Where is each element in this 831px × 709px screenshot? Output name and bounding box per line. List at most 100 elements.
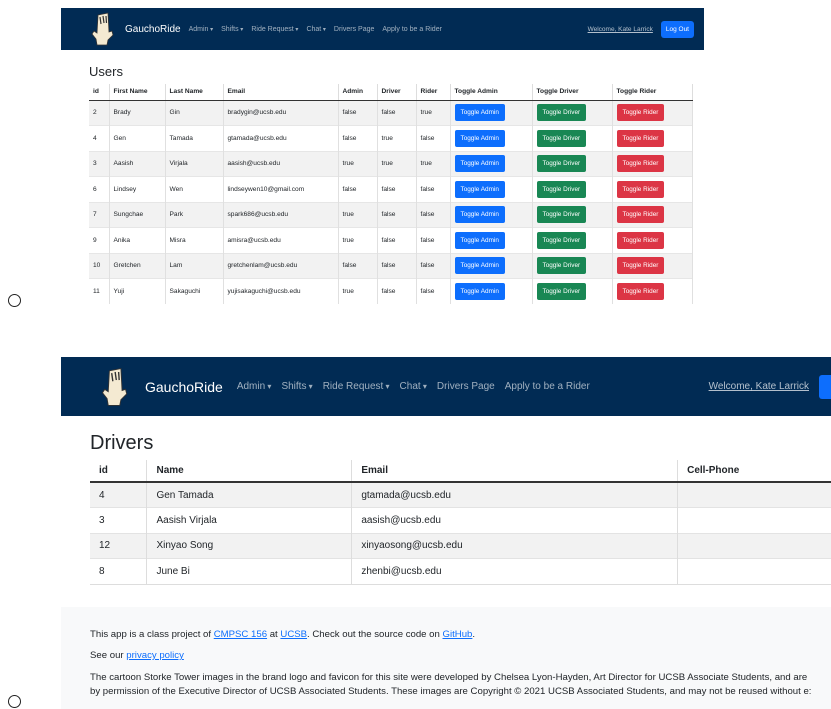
table-cell: 8 [90,558,148,585]
toggle-admin-button[interactable]: Toggle Admin [454,155,505,173]
table-cell: amisra@ucsb.edu [223,227,339,253]
table-row: 3 Aasish Virjala aasish@ucsb.edu true true tru… [89,150,693,177]
toggle-rider-button[interactable]: Toggle Rider [616,257,665,275]
toggle-admin-button[interactable]: Toggle Admin [454,257,505,275]
brand-name[interactable]: GauchoRide [125,24,181,35]
toggle-rider-button[interactable]: Toggle Rider [616,155,665,173]
nav-ride-request-dropdown[interactable]: Ride Request [251,26,298,33]
radio-bullet-2 [8,695,21,708]
table-cell: Gen Tamada [146,481,353,508]
logout-button[interactable]: Log Out [660,20,694,38]
table-cell: Xinyao Song [146,532,353,559]
footer-image-credit: The cartoon Storke Tower images in the b… [90,671,831,699]
welcome-user-link[interactable]: Welcome, Kate Larrick [709,381,809,392]
table-cell [677,558,831,585]
table-cell: false [416,125,451,151]
nav-chat-dropdown[interactable]: Chat [400,381,427,392]
toggle-admin-button[interactable]: Toggle Admin [454,231,505,249]
table-cell: Misra [165,227,224,253]
privacy-policy-link[interactable]: privacy policy [126,650,184,661]
footer-text: . Check out the source code on [307,629,443,640]
table-cell: Aasish [109,150,166,177]
nav-apply-rider[interactable]: Apply to be a Rider [382,26,442,33]
toggle-rider-button[interactable]: Toggle Rider [616,104,665,122]
table-cell: false [416,201,451,228]
table-row: 3 Aasish Virjala aasish@ucsb.edu [90,507,831,534]
table-cell: 4 [89,125,110,151]
table-cell [677,481,831,508]
col-header: id [89,84,110,101]
table-cell: Toggle Driver [532,99,613,126]
table-cell: false [377,227,417,253]
toggle-driver-button[interactable]: Toggle Driver [536,180,587,198]
col-header: First Name [109,84,166,101]
toggle-driver-button[interactable]: Toggle Driver [536,257,587,275]
toggle-rider-button[interactable]: Toggle Rider [616,180,665,198]
table-cell: false [416,278,451,304]
drivers-screenshot: GauchoRide Admin Shifts Ride Request Cha… [61,357,831,709]
nav-chat-dropdown[interactable]: Chat [306,26,325,33]
toggle-rider-button[interactable]: Toggle Rider [616,206,665,224]
nav-shifts-dropdown[interactable]: Shifts [221,26,243,33]
col-header: Name [146,460,353,483]
cmpsc156-link[interactable]: CMPSC 156 [214,629,267,640]
table-row: 4 Gen Tamada gtamada@ucsb.edu [90,481,831,508]
toggle-driver-button[interactable]: Toggle Driver [536,231,587,249]
welcome-user-link[interactable]: Welcome, Kate Larrick [588,26,653,33]
table-cell: Toggle Admin [450,176,533,202]
table-cell: Toggle Admin [450,227,533,253]
table-cell: lindseywen10@gmail.com [223,176,339,202]
table-cell [677,532,831,559]
table-cell: spark686@ucsb.edu [223,201,339,228]
toggle-driver-button[interactable]: Toggle Driver [536,283,587,300]
toggle-admin-button[interactable]: Toggle Admin [454,180,505,198]
nav-apply-rider[interactable]: Apply to be a Rider [505,381,590,392]
table-cell: Yuji [109,278,166,304]
table-cell: Toggle Driver [532,278,613,304]
table-cell: Toggle Rider [612,278,693,304]
table-cell: true [338,201,378,228]
table-cell: Toggle Driver [532,150,613,177]
table-cell: true [416,99,451,126]
toggle-admin-button[interactable]: Toggle Admin [454,206,505,224]
table-cell: Toggle Driver [532,176,613,202]
navbar: GauchoRide Admin Shifts Ride Request Cha… [61,8,704,50]
table-cell: true [377,125,417,151]
toggle-rider-button[interactable]: Toggle Rider [616,283,665,300]
toggle-driver-button[interactable]: Toggle Driver [536,129,587,147]
nav-admin-dropdown[interactable]: Admin [237,381,272,392]
footer-text: See our [90,650,127,661]
toggle-driver-button[interactable]: Toggle Driver [536,206,587,224]
github-link[interactable]: GitHub [443,629,473,640]
table-cell: Toggle Rider [612,201,693,228]
storke-tower-logo-icon[interactable] [99,366,129,408]
table-cell: false [416,176,451,202]
toggle-rider-button[interactable]: Toggle Rider [616,129,665,147]
col-header: Rider [416,84,451,101]
footer-text: . [472,629,476,640]
table-cell: Gretchen [109,252,166,279]
toggle-rider-button[interactable]: Toggle Rider [616,231,665,249]
nav-drivers-page[interactable]: Drivers Page [334,26,374,33]
logout-button[interactable] [819,374,831,399]
table-cell: false [416,227,451,253]
table-row: 6 Lindsey Wen lindseywen10@gmail.com false fa… [89,176,693,202]
nav-admin-dropdown[interactable]: Admin [189,26,214,33]
toggle-admin-button[interactable]: Toggle Admin [454,104,505,122]
table-cell: Lindsey [109,176,166,202]
toggle-driver-button[interactable]: Toggle Driver [536,104,587,122]
table-cell: June Bi [146,558,353,585]
toggle-admin-button[interactable]: Toggle Admin [454,129,505,147]
brand-name[interactable]: GauchoRide [145,379,223,395]
nav-ride-request-dropdown[interactable]: Ride Request [323,381,390,392]
page-title: Drivers [90,432,154,454]
footer-text: at [267,629,281,640]
nav-drivers-page[interactable]: Drivers Page [437,381,495,392]
toggle-driver-button[interactable]: Toggle Driver [536,155,587,173]
table-cell: Toggle Rider [612,227,693,253]
storke-tower-logo-icon[interactable] [89,12,115,46]
table-cell: true [377,150,417,177]
nav-shifts-dropdown[interactable]: Shifts [281,381,312,392]
ucsb-link[interactable]: UCSB [280,629,307,640]
toggle-admin-button[interactable]: Toggle Admin [454,283,505,300]
